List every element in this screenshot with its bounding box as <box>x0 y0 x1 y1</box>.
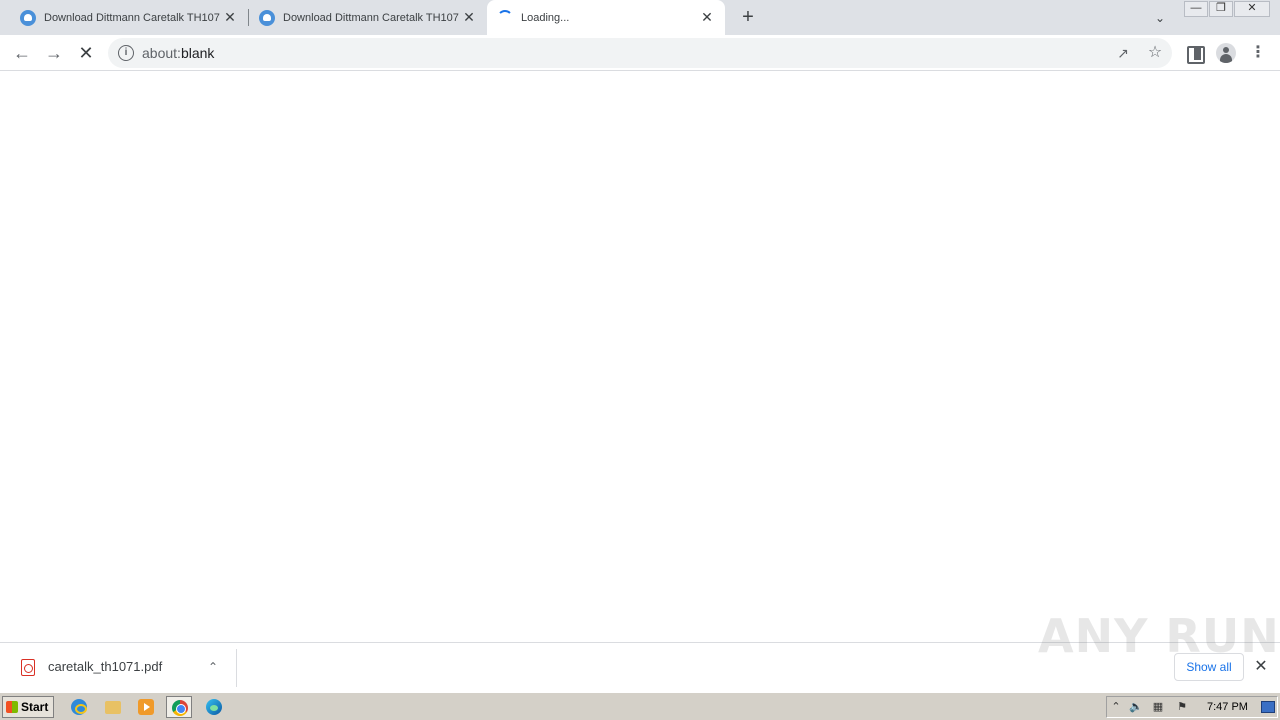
network-icon[interactable]: ▦ <box>1151 700 1165 714</box>
url-text[interactable]: about:blank <box>142 45 214 61</box>
site-info-icon[interactable]: i <box>118 45 134 61</box>
show-hidden-icons-icon[interactable]: ⌃ <box>1109 700 1123 714</box>
stop-loading-icon[interactable]: ✕ <box>74 41 98 65</box>
action-center-flag-icon[interactable]: ⚑ <box>1175 700 1189 714</box>
tab-title: Download Dittmann Caretalk TH1071 <box>283 11 459 24</box>
bookmark-star-icon[interactable]: ☆ <box>1146 44 1164 62</box>
kebab-menu-icon[interactable]: ⋮ <box>1246 41 1270 65</box>
address-bar[interactable]: i about:blank ↗ ☆ <box>108 38 1172 68</box>
forward-arrow-icon[interactable]: → <box>42 41 66 65</box>
close-window-button[interactable]: ✕ <box>1234 1 1270 17</box>
tab-download-2[interactable]: Download Dittmann Caretalk TH1071 ✕ <box>249 0 487 35</box>
restore-button[interactable]: ❐ <box>1209 1 1233 17</box>
side-panel-icon[interactable] <box>1182 41 1206 65</box>
tab-strip: Download Dittmann Caretalk TH1071 ✕ Down… <box>0 0 1280 35</box>
windows-taskbar: Start ⌃ 🔈 ▦ ⚑ 7:47 PM <box>0 692 1280 720</box>
download-shelf: caretalk_th1071.pdf ⌃ ANY RUN Show all ✕ <box>0 609 1280 692</box>
taskbar-app-explorer[interactable] <box>100 696 126 718</box>
internet-explorer-icon <box>71 699 87 715</box>
url-path: blank <box>180 45 215 61</box>
page-content-blank <box>0 72 1280 642</box>
taskbar-app-chrome[interactable] <box>166 696 192 718</box>
tab-download-1[interactable]: Download Dittmann Caretalk TH1071 ✕ <box>10 0 248 35</box>
show-desktop-button[interactable] <box>1261 701 1275 713</box>
avatar <box>1216 43 1236 63</box>
taskbar-app-media-player[interactable] <box>133 696 159 718</box>
browser-toolbar: ← → ✕ i about:blank ↗ ☆ ⋮ <box>0 35 1280 71</box>
profile-avatar-icon[interactable] <box>1214 41 1238 65</box>
show-all-button[interactable]: Show all <box>1174 653 1244 681</box>
site-favicon-icon <box>259 9 275 26</box>
media-player-icon <box>138 699 154 715</box>
download-file-name[interactable]: caretalk_th1071.pdf <box>48 659 162 674</box>
loading-spinner-icon <box>497 9 513 26</box>
chrome-icon <box>172 700 188 716</box>
tab-title: Loading... <box>521 11 570 24</box>
close-tab-icon[interactable]: ✕ <box>699 9 715 25</box>
edge-icon <box>206 699 222 715</box>
divider <box>236 649 237 687</box>
taskbar-app-ie[interactable] <box>66 696 92 718</box>
clock[interactable]: 7:47 PM <box>1207 701 1248 713</box>
start-button[interactable]: Start <box>2 696 54 718</box>
folder-icon <box>105 701 121 714</box>
close-shelf-icon[interactable]: ✕ <box>1251 657 1271 677</box>
site-favicon-icon <box>20 9 36 26</box>
tab-title: Download Dittmann Caretalk TH1071 <box>44 11 220 24</box>
taskbar-app-edge[interactable] <box>201 696 227 718</box>
volume-icon[interactable]: 🔈 <box>1129 700 1143 714</box>
share-icon[interactable]: ↗ <box>1114 44 1132 62</box>
minimize-button[interactable]: — <box>1184 1 1208 17</box>
new-tab-button[interactable]: + <box>736 6 760 30</box>
chevron-up-icon[interactable]: ⌃ <box>203 657 223 677</box>
url-scheme: about: <box>142 45 181 61</box>
tab-search-chevron-icon[interactable]: ⌄ <box>1150 8 1170 28</box>
close-tab-icon[interactable]: ✕ <box>222 9 238 25</box>
close-tab-icon[interactable]: ✕ <box>461 9 477 25</box>
system-tray: ⌃ 🔈 ▦ ⚑ 7:47 PM <box>1106 696 1278 718</box>
back-arrow-icon[interactable]: ← <box>10 41 34 65</box>
pdf-file-icon <box>21 659 35 676</box>
download-item[interactable]: caretalk_th1071.pdf ⌃ <box>0 643 237 692</box>
tab-loading-active[interactable]: Loading... ✕ <box>487 0 725 35</box>
